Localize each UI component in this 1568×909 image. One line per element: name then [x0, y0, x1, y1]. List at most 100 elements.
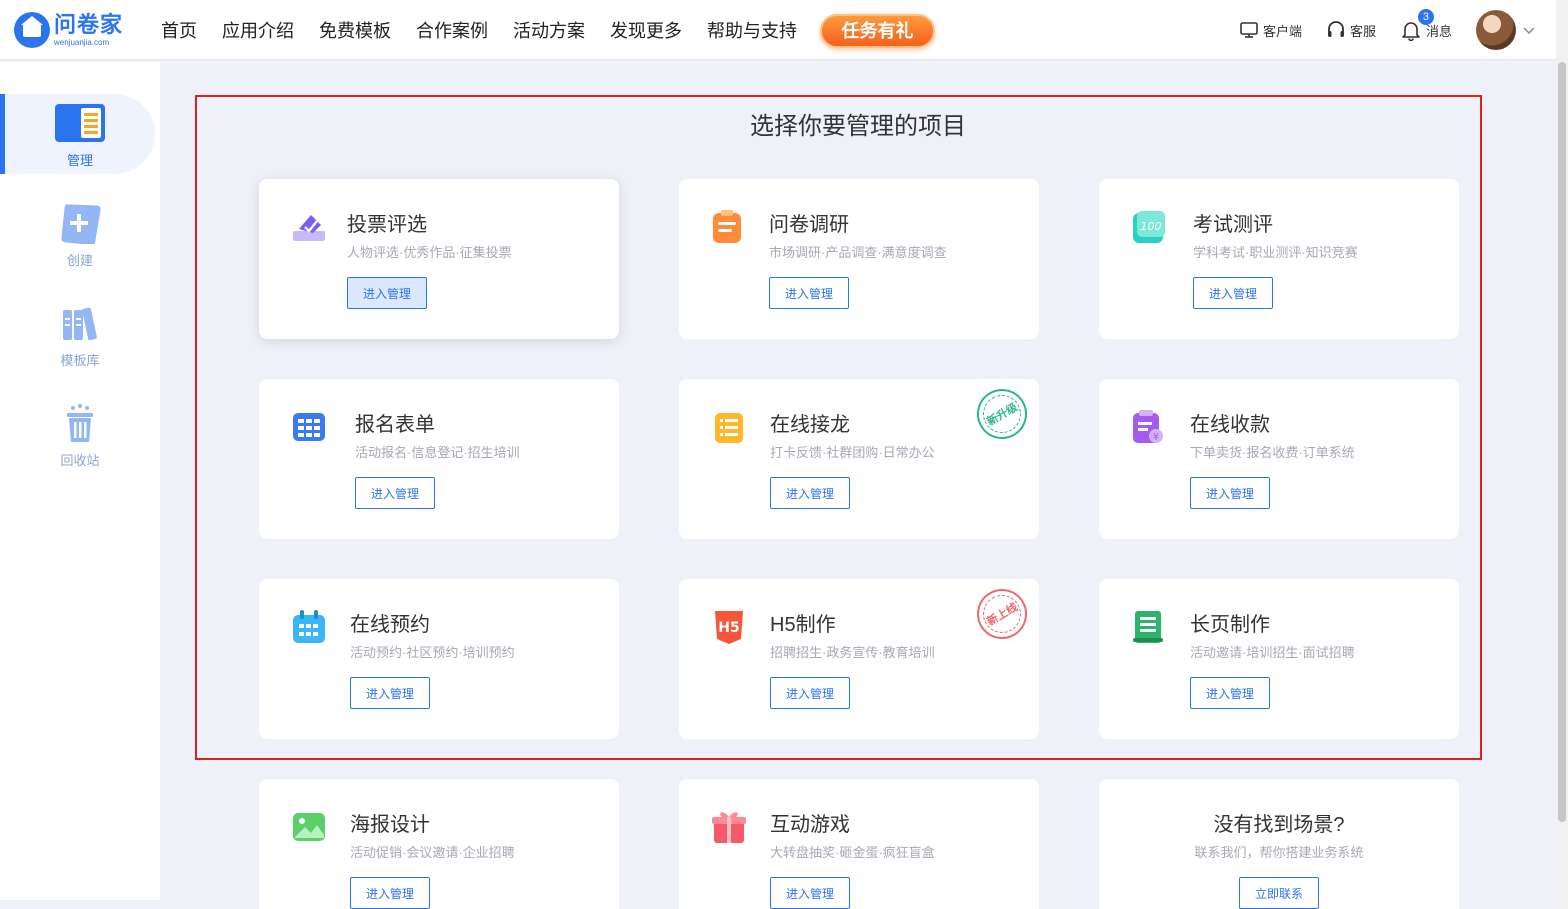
message-count-badge: 3 — [1417, 9, 1434, 25]
enter-manage-button[interactable]: 进入管理 — [1190, 677, 1270, 709]
nav-home[interactable]: 首页 — [161, 17, 197, 43]
nav-discover[interactable]: 发现更多 — [610, 17, 682, 43]
svg-text:¥: ¥ — [1153, 432, 1159, 443]
h5-icon: H5 — [715, 611, 743, 644]
card-payment[interactable]: ¥ 在线收款 下单卖货·报名收费·订单系统 进入管理 — [1099, 379, 1459, 539]
nav-free-templates[interactable]: 免费模板 — [319, 17, 391, 43]
card-subtitle: 活动预约·社区预约·培训预约 — [350, 645, 515, 660]
poster-icon — [293, 813, 325, 841]
long-page-icon — [1133, 611, 1163, 643]
enter-manage-button[interactable]: 进入管理 — [770, 877, 850, 909]
sidebar-item-label: 回收站 — [60, 453, 100, 468]
game-icon — [712, 812, 746, 843]
contact-now-button[interactable]: 立即联系 — [1239, 877, 1319, 909]
nav-cases[interactable]: 合作案例 — [416, 17, 488, 43]
create-icon — [55, 204, 105, 246]
logo[interactable]: 问卷家 wenjuanjia.com — [14, 12, 123, 48]
new-upgrade-stamp: 新升级 — [967, 379, 1037, 449]
sidebar-item-label: 创建 — [66, 253, 93, 268]
enter-manage-button[interactable]: 进入管理 — [770, 477, 850, 509]
sidebar-item-label: 管理 — [66, 153, 93, 168]
vote-icon — [293, 215, 325, 241]
monitor-icon — [1240, 22, 1258, 38]
relay-icon — [715, 413, 743, 443]
payment-icon: ¥ — [1133, 410, 1163, 443]
scrollbar-thumb[interactable] — [1558, 62, 1566, 822]
nav-app-intro[interactable]: 应用介绍 — [222, 17, 294, 43]
enter-manage-button[interactable]: 进入管理 — [350, 877, 430, 909]
task-reward-button[interactable]: 任务有礼 — [820, 14, 935, 48]
sidebar-item-create[interactable]: 创建 — [0, 194, 160, 274]
card-title: H5制作 — [770, 614, 836, 636]
card-relay[interactable]: 在线接龙 打卡反馈·社群团购·日常办公 进入管理 新升级 — [679, 379, 1039, 539]
service-button[interactable]: 客服 — [1326, 20, 1376, 40]
enter-manage-button[interactable]: 进入管理 — [1193, 277, 1273, 309]
card-title: 在线接龙 — [770, 414, 850, 436]
sidebar-item-recycle[interactable]: 回收站 — [0, 394, 160, 474]
chevron-down-icon[interactable] — [1522, 23, 1536, 37]
main-nav: 首页 应用介绍 免费模板 合作案例 活动方案 发现更多 帮助与支持 — [161, 0, 822, 60]
card-subtitle: 市场调研·产品调查·满意度调查 — [769, 245, 947, 260]
card-subtitle: 活动报名·信息登记·招生培训 — [355, 445, 520, 460]
card-game[interactable]: 互动游戏 大转盘抽奖·砸金蛋·疯狂盲盒 进入管理 — [679, 779, 1039, 909]
card-poster[interactable]: 海报设计 活动促销·会议邀请·企业招聘 进入管理 — [259, 779, 619, 909]
card-subtitle: 下单卖货·报名收费·订单系统 — [1190, 445, 1355, 460]
service-label: 客服 — [1349, 23, 1376, 39]
enter-manage-button[interactable]: 进入管理 — [347, 277, 427, 309]
template-library-icon — [55, 304, 105, 344]
nav-help[interactable]: 帮助与支持 — [707, 17, 797, 43]
card-subtitle: 打卡反馈·社群团购·日常办公 — [770, 445, 935, 460]
card-vote[interactable]: 投票评选 人物评选·优秀作品·征集投票 进入管理 — [259, 179, 619, 339]
nav-campaigns[interactable]: 活动方案 — [513, 17, 585, 43]
page-title: 选择你要管理的项目 — [750, 113, 966, 140]
card-subtitle: 活动邀请·培训招生·面试招聘 — [1190, 645, 1355, 660]
survey-icon — [713, 210, 741, 243]
card-survey[interactable]: 问卷调研 市场调研·产品调查·满意度调查 进入管理 — [679, 179, 1039, 339]
enter-manage-button[interactable]: 进入管理 — [355, 477, 435, 509]
enter-manage-button[interactable]: 进入管理 — [770, 677, 850, 709]
card-title: 在线预约 — [350, 614, 430, 636]
card-exam[interactable]: 100 考试测评 学科考试·职业测评·知识竞赛 进入管理 — [1099, 179, 1459, 339]
card-title: 问卷调研 — [769, 214, 849, 236]
card-subtitle: 人物评选·优秀作品·征集投票 — [347, 245, 512, 260]
headset-icon — [1327, 21, 1344, 37]
card-form[interactable]: 报名表单 活动报名·信息登记·招生培训 进入管理 — [259, 379, 619, 539]
top-navbar: 问卷家 wenjuanjia.com 首页 应用介绍 免费模板 合作案例 活动方… — [0, 0, 1556, 60]
bell-icon — [1402, 22, 1420, 41]
logo-domain: wenjuanjia.com — [54, 37, 110, 47]
logo-house-icon — [14, 12, 50, 48]
exam-icon: 100 — [1133, 211, 1165, 243]
enter-manage-button[interactable]: 进入管理 — [769, 277, 849, 309]
recycle-bin-icon — [55, 404, 105, 444]
card-contact[interactable]: 没有找到场景? 联系我们，帮你搭建业务系统 立即联系 — [1099, 779, 1459, 909]
card-subtitle: 招聘招生·政务宣传·教育培训 — [770, 645, 935, 660]
card-h5[interactable]: H5 H5制作 招聘招生·政务宣传·教育培训 进入管理 新上线 — [679, 579, 1039, 739]
enter-manage-button[interactable]: 进入管理 — [1190, 477, 1270, 509]
card-title: 互动游戏 — [770, 814, 850, 836]
sidebar-item-templates[interactable]: 模板库 — [0, 294, 160, 374]
form-icon — [293, 413, 325, 441]
card-booking[interactable]: 在线预约 活动预约·社区预约·培训预约 进入管理 — [259, 579, 619, 739]
card-title: 投票评选 — [347, 214, 427, 236]
sidebar: 管理 创建 模板库 回收站 — [0, 62, 160, 900]
card-long-page[interactable]: 长页制作 活动邀请·培训招生·面试招聘 进入管理 — [1099, 579, 1459, 739]
client-button[interactable]: 客户端 — [1239, 20, 1302, 40]
client-label: 客户端 — [1262, 23, 1302, 39]
card-title: 考试测评 — [1193, 214, 1273, 236]
card-subtitle: 联系我们，帮你搭建业务系统 — [1194, 845, 1364, 860]
logo-text: 问卷家 — [54, 11, 124, 37]
card-title: 报名表单 — [355, 414, 435, 436]
new-launch-stamp: 新上线 — [967, 579, 1037, 649]
card-subtitle: 活动促销·会议邀请·企业招聘 — [350, 845, 515, 860]
booking-icon — [293, 610, 325, 643]
messages-button[interactable]: 3 消息 — [1400, 9, 1452, 41]
enter-manage-button[interactable]: 进入管理 — [350, 677, 430, 709]
card-title: 海报设计 — [350, 814, 430, 836]
card-subtitle: 学科考试·职业测评·知识竞赛 — [1193, 245, 1358, 260]
card-title: 在线收款 — [1190, 414, 1270, 436]
card-title: 长页制作 — [1190, 614, 1270, 636]
svg-text:H5: H5 — [718, 620, 739, 636]
user-avatar[interactable] — [1476, 10, 1516, 50]
card-title: 没有找到场景? — [1213, 814, 1345, 836]
sidebar-item-label: 模板库 — [60, 353, 100, 368]
